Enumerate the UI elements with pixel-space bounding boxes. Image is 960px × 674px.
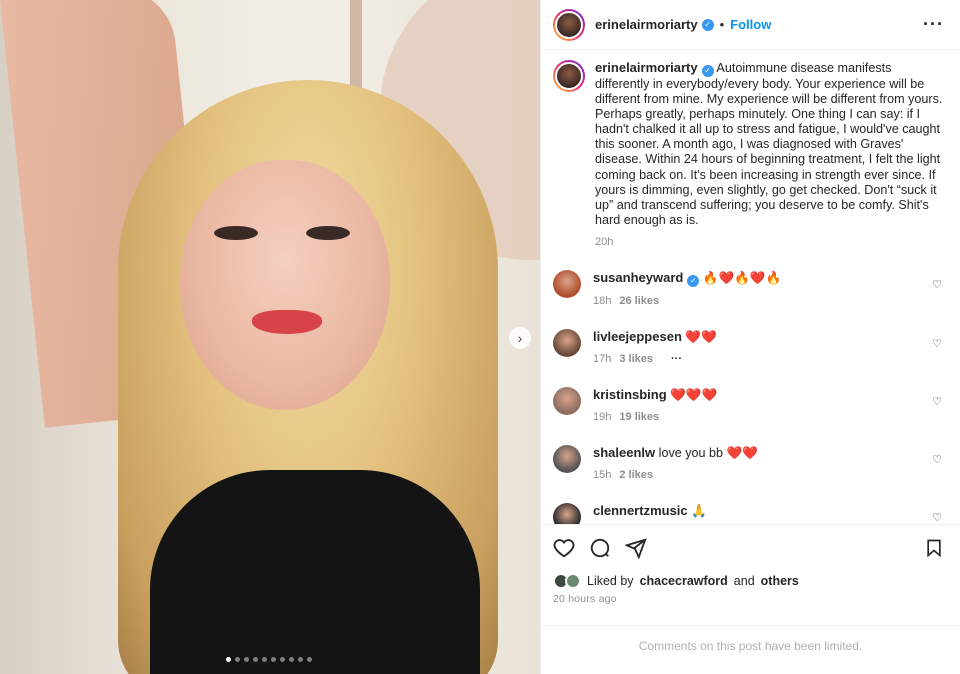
chevron-right-icon[interactable]: ›: [509, 327, 531, 349]
comment-like-heart-icon[interactable]: ♡: [932, 337, 942, 350]
comments-limited-notice: Comments on this post have been limited.: [541, 625, 960, 665]
comment-username[interactable]: clennertzmusic: [593, 503, 688, 518]
more-options-icon[interactable]: ···: [923, 14, 944, 35]
heart-icon[interactable]: [553, 537, 575, 559]
liked-by-prefix: Liked by: [587, 574, 634, 588]
comment-row: clennertzmusic 🙏19h5 likes♡: [553, 502, 944, 524]
comment-like-heart-icon[interactable]: ♡: [932, 511, 942, 524]
carousel-dot: [235, 657, 240, 662]
post-header: erinelairmoriarty ✓ • Follow ···: [541, 0, 960, 50]
comments-scroll-area[interactable]: erinelairmoriarty ✓ Autoimmune disease ma…: [541, 50, 960, 524]
left-eye: [214, 226, 258, 240]
comment-row: susanheyward ✓ 🔥❤️🔥❤️🔥 18h 26 likes ♡: [553, 269, 944, 307]
caption: erinelairmoriarty ✓ Autoimmune disease ma…: [553, 60, 944, 248]
avatar[interactable]: [553, 502, 581, 524]
carousel-dots: [226, 657, 312, 662]
carousel-dot: [280, 657, 285, 662]
verified-badge-icon: ✓: [701, 18, 714, 31]
comment-emoji: ❤️❤️❤️: [670, 387, 718, 402]
comment-text: love you bb: [658, 445, 724, 460]
action-bar: Liked by chacecrawford and others 20 hou…: [541, 524, 960, 674]
comment-row: kristinsbing ❤️❤️❤️ 19h 19 likes ♡: [553, 386, 944, 423]
carousel-dot: [262, 657, 267, 662]
liker-avatar: [565, 573, 581, 589]
comment-list: susanheyward ✓ 🔥❤️🔥❤️🔥 18h 26 likes ♡ livleej…: [553, 269, 944, 524]
avatar[interactable]: [553, 328, 581, 357]
liked-by-user[interactable]: chacecrawford: [640, 574, 728, 588]
carousel-dot: [226, 657, 231, 662]
comment-like-heart-icon[interactable]: ♡: [932, 278, 942, 291]
caption-time: 20h: [595, 235, 614, 248]
follow-button[interactable]: Follow: [730, 17, 771, 32]
post-sidebar: erinelairmoriarty ✓ • Follow ··· erinela…: [540, 0, 960, 674]
comment-like-heart-icon[interactable]: ♡: [932, 395, 942, 408]
bookmark-icon[interactable]: [924, 537, 944, 559]
carousel-dot: [289, 657, 294, 662]
comment-username[interactable]: livleejeppesen: [593, 329, 682, 344]
comment-row: shaleenlw love you bb ❤️❤️ 15h 2 likes ♡: [553, 444, 944, 481]
comment-username[interactable]: kristinsbing: [593, 387, 667, 402]
red-lips: [252, 310, 322, 334]
comment-row: livleejeppesen ❤️❤️ 17h 3 likes ··· ♡: [553, 328, 944, 365]
caption-username[interactable]: erinelairmoriarty: [595, 60, 698, 75]
post-timestamp[interactable]: 20 hours ago: [553, 593, 944, 605]
comment-emoji: 🙏: [691, 503, 707, 518]
avatar[interactable]: [553, 386, 581, 415]
carousel-dot: [307, 657, 312, 662]
carousel-dot: [253, 657, 258, 662]
comment-time[interactable]: 19h: [593, 411, 611, 423]
avatar[interactable]: [553, 444, 581, 473]
comment-likes[interactable]: 3 likes: [619, 353, 653, 365]
comment-emoji: 🔥❤️🔥❤️🔥: [702, 270, 782, 285]
comment-username[interactable]: susanheyward: [593, 270, 683, 285]
avatar[interactable]: [553, 60, 585, 92]
comment-username[interactable]: shaleenlw: [593, 445, 655, 460]
comment-likes[interactable]: 26 likes: [619, 295, 659, 307]
instagram-post: › erinelairmoriarty ✓ • Follow ··· erine…: [0, 0, 960, 674]
avatar[interactable]: [553, 8, 585, 41]
comment-icon[interactable]: [589, 537, 611, 559]
comment-time[interactable]: 17h: [593, 353, 611, 365]
liked-by: Liked by chacecrawford and others: [553, 573, 944, 589]
comment-likes[interactable]: 2 likes: [619, 469, 653, 481]
avatar[interactable]: [553, 269, 581, 298]
comment-time[interactable]: 18h: [593, 295, 611, 307]
verified-badge-icon: ✓: [687, 274, 700, 287]
comment-time[interactable]: 15h: [593, 469, 611, 481]
black-top: [150, 470, 480, 674]
liked-by-others[interactable]: others: [761, 574, 799, 588]
verified-badge-icon: ✓: [701, 65, 714, 77]
header-username[interactable]: erinelairmoriarty: [595, 17, 698, 32]
carousel-dot: [244, 657, 249, 662]
smiling-face: [180, 160, 390, 410]
caption-text: Autoimmune disease manifests differently…: [595, 61, 943, 227]
right-eye: [306, 226, 350, 240]
comment-like-heart-icon[interactable]: ♡: [932, 453, 942, 466]
post-photo[interactable]: ›: [0, 0, 540, 674]
carousel-dot: [271, 657, 276, 662]
comment-emoji: ❤️❤️: [685, 329, 717, 344]
carousel-dot: [298, 657, 303, 662]
comment-emoji: ❤️❤️: [726, 445, 758, 460]
separator-dot: •: [719, 17, 725, 32]
share-icon[interactable]: [625, 537, 647, 559]
liked-by-joiner: and: [733, 574, 755, 588]
comment-more-icon[interactable]: ···: [671, 353, 682, 365]
comment-likes[interactable]: 19 likes: [619, 411, 659, 423]
